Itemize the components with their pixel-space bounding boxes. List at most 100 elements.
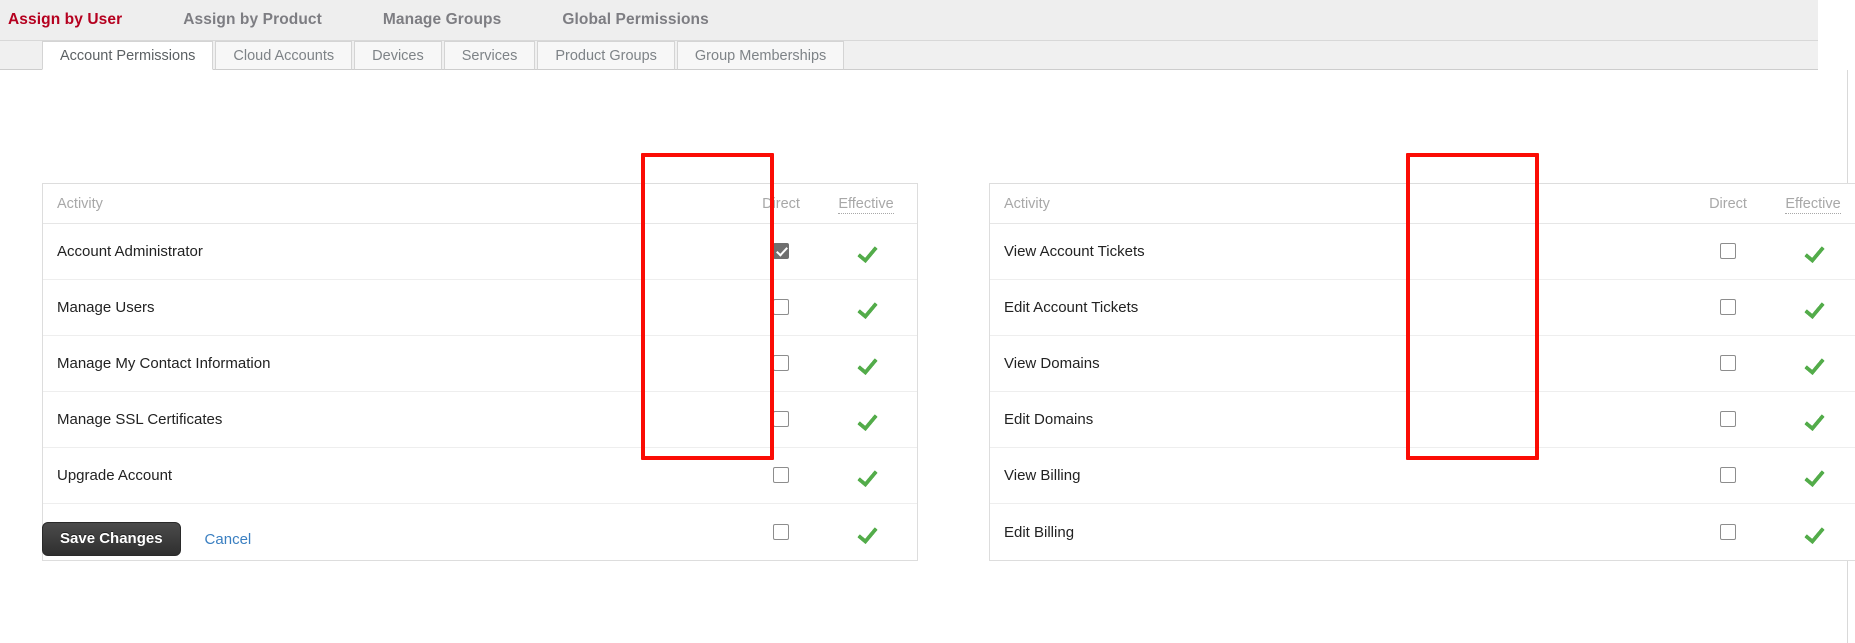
- table-row: Manage SSL Certificates: [43, 392, 917, 448]
- column-header-effective: Effective: [823, 195, 917, 214]
- effective-cell: [1770, 355, 1855, 373]
- effective-check-icon: [1803, 355, 1823, 371]
- direct-cell: [1686, 299, 1770, 317]
- cancel-link[interactable]: Cancel: [205, 531, 252, 548]
- table-row: Upgrade Account: [43, 448, 917, 504]
- column-header-effective: Effective: [1770, 195, 1855, 214]
- column-header-activity: Activity: [1004, 195, 1050, 212]
- direct-checkbox[interactable]: [773, 299, 789, 316]
- effective-check-icon: [1803, 524, 1823, 540]
- activity-label: Manage My Contact Information: [57, 355, 271, 372]
- tab-account-permissions[interactable]: Account Permissions: [42, 41, 214, 70]
- nav-item-assign-by-product[interactable]: Assign by Product: [183, 11, 322, 29]
- effective-check-icon: [1803, 467, 1823, 483]
- direct-checkbox[interactable]: [1720, 355, 1736, 372]
- table-row: Edit Account Tickets: [990, 280, 1855, 336]
- direct-cell: [1686, 467, 1770, 485]
- direct-cell: [1686, 243, 1770, 261]
- table-row: Edit Billing: [990, 504, 1855, 560]
- nav-item-global-permissions[interactable]: Global Permissions: [562, 11, 709, 29]
- tab-product-groups[interactable]: Product Groups: [537, 41, 675, 70]
- effective-check-icon: [1803, 411, 1823, 427]
- direct-checkbox[interactable]: [1720, 467, 1736, 484]
- column-header-effective-label: Effective: [838, 195, 894, 214]
- effective-check-icon: [856, 355, 876, 371]
- activity-label: View Domains: [1004, 355, 1100, 372]
- effective-cell: [823, 299, 917, 317]
- direct-cell: [739, 411, 823, 429]
- tab-group-memberships[interactable]: Group Memberships: [676, 41, 845, 70]
- column-header-activity: Activity: [57, 195, 103, 212]
- direct-cell: [739, 467, 823, 485]
- effective-check-icon: [1803, 243, 1823, 259]
- column-header-direct: Direct: [1709, 195, 1747, 212]
- tab-services[interactable]: Services: [443, 41, 536, 70]
- direct-checkbox[interactable]: [773, 467, 789, 484]
- table-row: View Domains: [990, 336, 1855, 392]
- permission-table-right: Activity Direct Effective View Account Tick…: [989, 183, 1855, 561]
- direct-checkbox[interactable]: [1720, 523, 1736, 540]
- direct-checkbox[interactable]: [773, 523, 789, 540]
- tab-devices[interactable]: Devices: [354, 41, 442, 70]
- activity-label: Manage SSL Certificates: [57, 411, 223, 428]
- direct-checkbox[interactable]: [1720, 299, 1736, 316]
- activity-label: Edit Domains: [1004, 411, 1094, 428]
- effective-cell: [823, 355, 917, 373]
- activity-label: Upgrade Account: [57, 467, 173, 484]
- effective-check-icon: [856, 299, 876, 315]
- primary-nav: Assign by User Assign by Product Manage Gr…: [0, 0, 1818, 41]
- direct-cell: [739, 523, 823, 541]
- direct-checkbox[interactable]: [1720, 411, 1736, 428]
- table-row: Account Administrator: [43, 224, 917, 280]
- effective-cell: [823, 243, 917, 261]
- effective-check-icon: [856, 243, 876, 259]
- direct-checkbox[interactable]: [773, 243, 789, 260]
- nav-item-manage-groups[interactable]: Manage Groups: [383, 11, 501, 29]
- effective-cell: [1770, 467, 1855, 485]
- table-row: Manage Users: [43, 280, 917, 336]
- effective-cell: [1770, 523, 1855, 541]
- nav-item-assign-by-user[interactable]: Assign by User: [8, 11, 122, 29]
- table-header-row: Activity Direct Effective: [43, 184, 917, 224]
- direct-cell: [1686, 355, 1770, 373]
- direct-cell: [739, 299, 823, 317]
- table-row: View Account Tickets: [990, 224, 1855, 280]
- direct-checkbox[interactable]: [773, 355, 789, 372]
- primary-nav-items: Assign by User Assign by Product Manage Gr…: [8, 0, 770, 40]
- direct-cell: [739, 243, 823, 261]
- effective-check-icon: [1803, 299, 1823, 315]
- tab-strip: Account Permissions Cloud Accounts Devices…: [0, 41, 1818, 70]
- activity-label: Manage Users: [57, 299, 155, 316]
- effective-check-icon: [856, 411, 876, 427]
- effective-cell: [823, 411, 917, 429]
- direct-checkbox[interactable]: [773, 411, 789, 428]
- form-actions: Save Changes Cancel: [42, 522, 251, 556]
- effective-cell: [1770, 243, 1855, 261]
- permission-table-left: Activity Direct Effective Account Administr…: [42, 183, 918, 561]
- effective-check-icon: [856, 524, 876, 540]
- effective-cell: [1770, 299, 1855, 317]
- activity-label: Edit Account Tickets: [1004, 299, 1139, 316]
- table-row: Manage My Contact Information: [43, 336, 917, 392]
- tab-cloud-accounts[interactable]: Cloud Accounts: [215, 41, 353, 70]
- effective-cell: [823, 467, 917, 485]
- direct-cell: [1686, 411, 1770, 429]
- permissions-page: Assign by User Assign by Product Manage Gr…: [0, 0, 1855, 643]
- column-header-direct: Direct: [762, 195, 800, 212]
- activity-label: View Billing: [1004, 467, 1081, 484]
- column-header-effective-label: Effective: [1785, 195, 1841, 214]
- save-changes-button[interactable]: Save Changes: [42, 522, 181, 556]
- table-header-row: Activity Direct Effective: [990, 184, 1855, 224]
- effective-cell: [823, 523, 917, 541]
- effective-cell: [1770, 411, 1855, 429]
- tab-list: Account Permissions Cloud Accounts Devices…: [42, 41, 846, 70]
- activity-label: Account Administrator: [57, 243, 203, 260]
- direct-checkbox[interactable]: [1720, 243, 1736, 260]
- activity-label: Edit Billing: [1004, 523, 1075, 541]
- direct-cell: [1686, 523, 1770, 541]
- effective-check-icon: [856, 467, 876, 483]
- content-area: Activity Direct Effective Account Administr…: [0, 70, 1855, 643]
- activity-label: View Account Tickets: [1004, 243, 1145, 260]
- table-row: Edit Domains: [990, 392, 1855, 448]
- table-row: View Billing: [990, 448, 1855, 504]
